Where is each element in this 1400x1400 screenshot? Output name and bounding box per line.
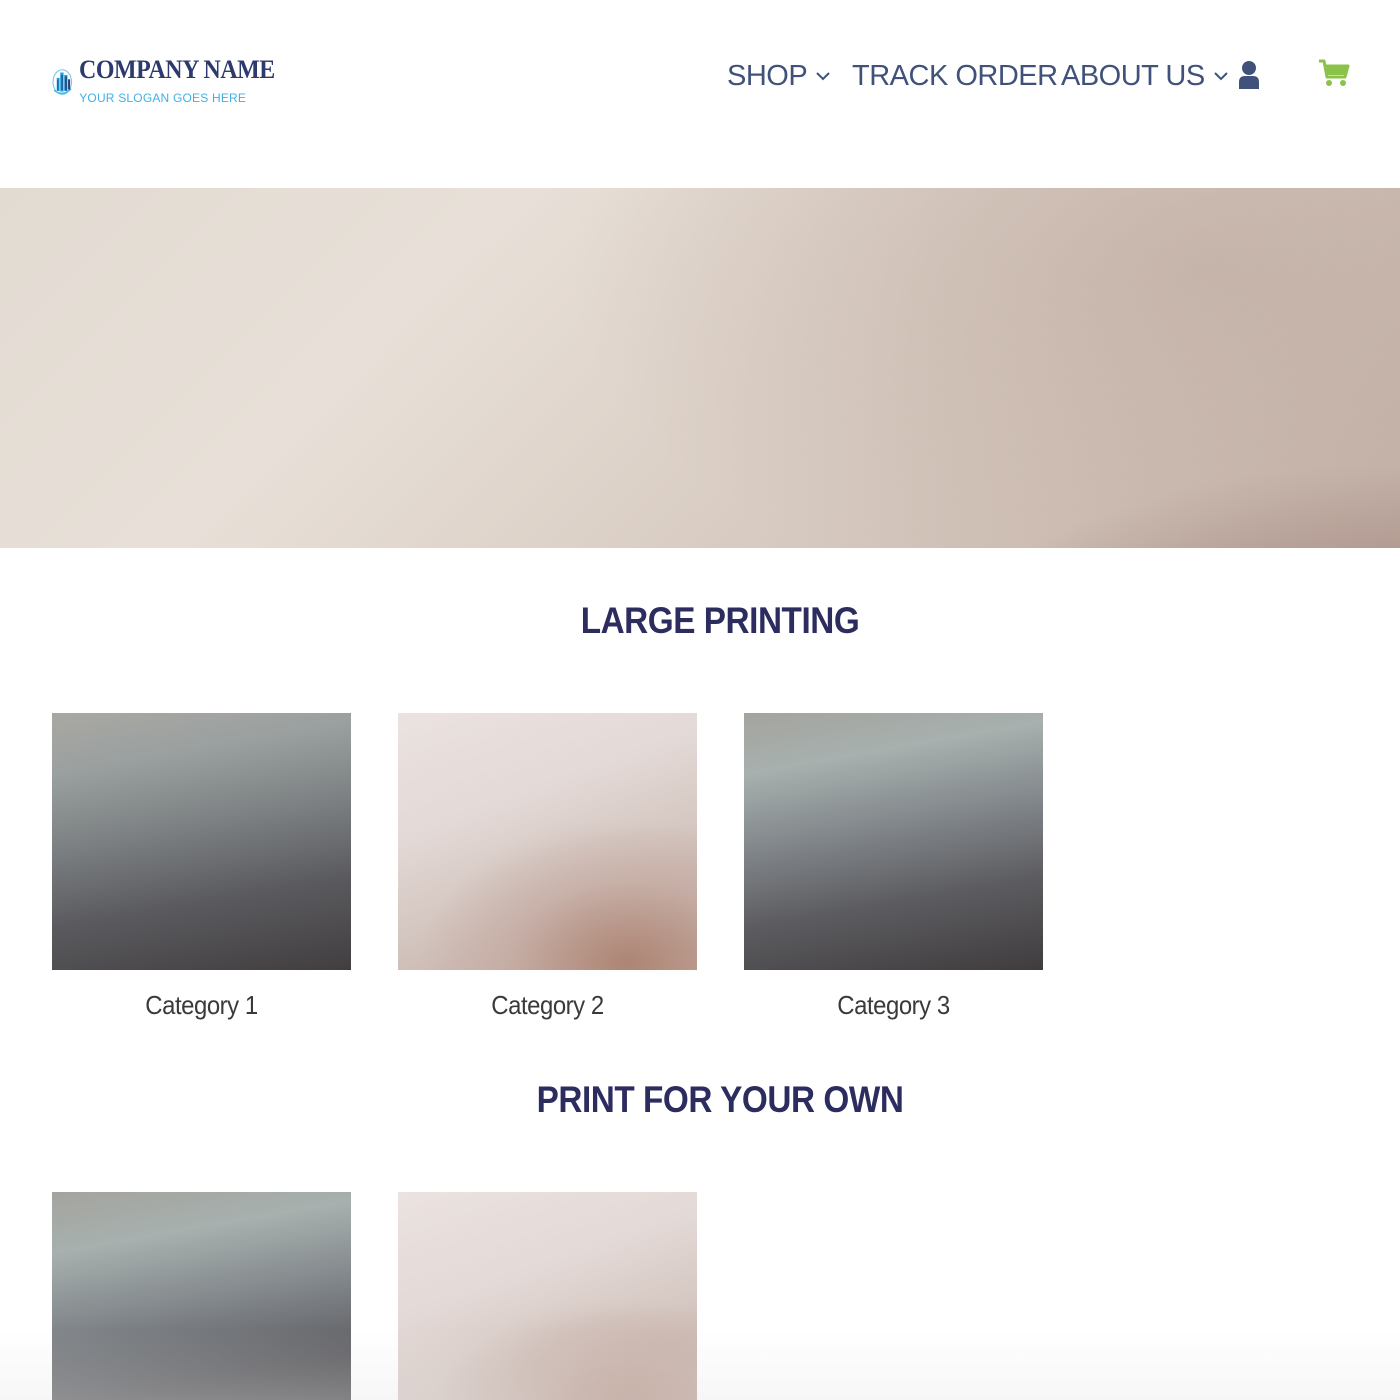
cart-icon[interactable]: [1318, 58, 1350, 88]
site-header: COMPANY NAME YOUR SLOGAN GOES HERE SHOP …: [0, 0, 1400, 188]
nav-track-order[interactable]: TRACK ORDER: [852, 56, 1058, 96]
product-image[interactable]: [52, 1192, 351, 1400]
category-label[interactable]: Category 2: [410, 990, 685, 1021]
category-image[interactable]: [744, 713, 1043, 970]
user-icon[interactable]: [1238, 60, 1260, 90]
nav-shop[interactable]: SHOP: [727, 56, 831, 96]
section-title-large-printing: LARGE PRINTING: [580, 600, 860, 641]
company-logo[interactable]: COMPANY NAME YOUR SLOGAN GOES HERE: [52, 36, 292, 126]
nav-about-us-label: ABOUT US: [1061, 59, 1205, 92]
category-label[interactable]: Category 1: [64, 990, 339, 1021]
company-name: COMPANY NAME: [79, 55, 275, 84]
nav-shop-label: SHOP: [727, 59, 808, 92]
chevron-down-icon: [1214, 72, 1228, 81]
category-card-2[interactable]: Category 2: [398, 713, 697, 1021]
product-card-1[interactable]: [52, 1192, 351, 1400]
category-label[interactable]: Category 3: [756, 990, 1031, 1021]
nav-about-us[interactable]: ABOUT US: [1061, 56, 1229, 96]
category-card-1[interactable]: Category 1: [52, 713, 351, 1021]
product-image[interactable]: [398, 1192, 697, 1400]
section-title-print-for-your-own: PRINT FOR YOUR OWN: [536, 1079, 904, 1120]
nav-track-order-label: TRACK ORDER: [852, 59, 1058, 92]
company-slogan: YOUR SLOGAN GOES HERE: [79, 91, 247, 105]
category-image[interactable]: [398, 713, 697, 970]
building-logo-icon: [52, 69, 73, 95]
chevron-down-icon: [816, 72, 830, 81]
category-image[interactable]: [52, 713, 351, 970]
category-card-3[interactable]: Category 3: [744, 713, 1043, 1021]
hero-banner: [0, 188, 1400, 548]
product-card-2[interactable]: [398, 1192, 697, 1400]
